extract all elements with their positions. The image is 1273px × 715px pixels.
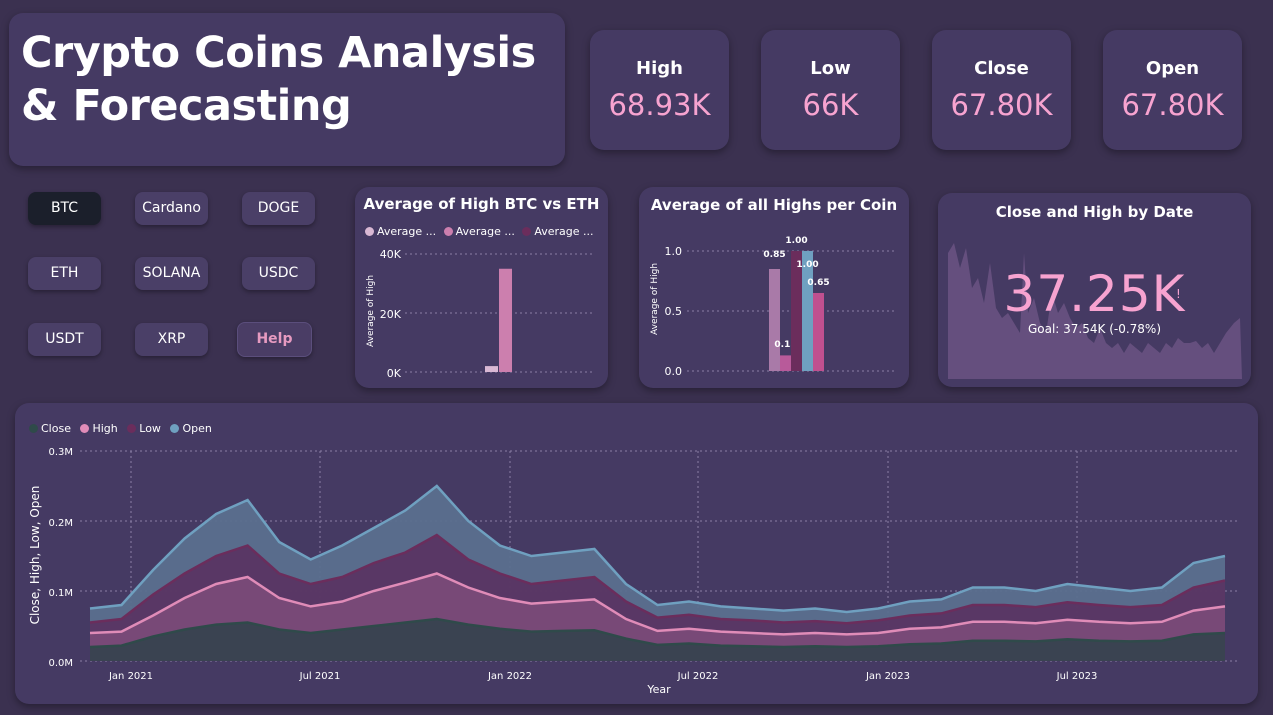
y-tick-label: 0.2M	[48, 518, 73, 529]
bar	[780, 355, 791, 371]
main-chart-svg: Close, High, Low, Open 0.3M 0.2M 0.1M 0.…	[28, 447, 1240, 696]
usdt-button[interactable]: USDT	[28, 323, 101, 356]
data-label: 1.00	[796, 260, 818, 270]
doge-button[interactable]: DOGE	[242, 192, 315, 225]
y-axis-label: Average of High	[366, 275, 376, 347]
main-area-chart-card: Close High Low Open Close, High, Low, Op…	[15, 403, 1258, 704]
data-label: 0.85	[763, 250, 785, 260]
btc-eth-chart-card: Average of High BTC vs ETH Average ... A…	[355, 187, 608, 388]
alert-icon: !	[1176, 287, 1181, 301]
y-axis-label: Close, High, Low, Open	[28, 486, 42, 625]
eth-button[interactable]: ETH	[28, 257, 101, 290]
y-tick-label: 0.3M	[48, 447, 73, 458]
y-tick-label: 1.0	[665, 245, 683, 258]
bar	[769, 269, 780, 371]
y-tick-label: 0.0	[665, 365, 683, 378]
bar	[813, 293, 824, 371]
kpi-card-low: Low 66K	[761, 30, 900, 150]
y-tick-label: 0.5	[665, 305, 683, 318]
kpi-value: 67.80K	[1121, 88, 1224, 122]
coin-highs-chart-svg: 0.850.131.001.000.65 Average of High 1.0…	[650, 236, 897, 378]
bar	[499, 268, 512, 372]
x-tick-label: Jan 2021	[108, 671, 153, 682]
kpi-value: 66K	[802, 88, 859, 122]
x-tick-label: Jul 2022	[677, 671, 719, 682]
data-label: 0.65	[807, 278, 829, 288]
kpi-card-high: High 68.93K	[590, 30, 729, 150]
x-tick-label: Jul 2023	[1056, 671, 1098, 682]
y-tick-label: 0.1M	[48, 588, 73, 599]
kpi-label: Close	[974, 58, 1029, 79]
kpi-label: Low	[810, 58, 851, 79]
btc-button[interactable]: BTC	[28, 192, 101, 225]
y-tick-label: 20K	[380, 308, 402, 321]
x-tick-label: Jul 2021	[299, 671, 341, 682]
y-axis-label: Average of High	[650, 263, 660, 335]
kpi-goal: Goal: 37.54K (-0.78%)	[1027, 322, 1162, 336]
chart-title: Close and High by Date	[995, 203, 1194, 221]
data-label: 1.00	[785, 236, 807, 246]
x-tick-label: Jan 2023	[865, 671, 910, 682]
kpi-card-open: Open 67.80K	[1103, 30, 1242, 150]
x-tick-label: Jan 2022	[487, 671, 532, 682]
usdc-button[interactable]: USDC	[242, 257, 315, 290]
close-high-kpi-card: Close and High by Date 37.25K ! Goal: 37…	[938, 193, 1251, 387]
x-axis-label: Year	[646, 683, 671, 696]
kpi-value: 67.80K	[950, 88, 1053, 122]
xrp-button[interactable]: XRP	[135, 323, 208, 356]
btc-eth-chart-svg: Average of High 40K 20K 0K	[366, 248, 595, 380]
kpi-main-value: 37.25K	[1003, 265, 1186, 323]
kpi-label: High	[636, 58, 683, 79]
bar	[485, 366, 498, 372]
cardano-button[interactable]: Cardano	[135, 192, 208, 225]
kpi-value: 68.93K	[608, 88, 711, 122]
y-tick-label: 0K	[387, 367, 402, 380]
kpi-label: Open	[1145, 58, 1200, 79]
coin-highs-chart-card: Average of all Highs per Coin 0.85 0.13 1.…	[639, 187, 909, 388]
page-title: Crypto Coins Analysis & Forecasting	[21, 28, 536, 131]
solana-button[interactable]: SOLANA	[135, 257, 208, 290]
help-button[interactable]: Help	[237, 322, 312, 357]
title-card: Crypto Coins Analysis & Forecasting	[9, 13, 565, 166]
y-tick-label: 0.0M	[48, 658, 73, 669]
kpi-card-close: Close 67.80K	[932, 30, 1071, 150]
y-tick-label: 40K	[380, 248, 402, 261]
